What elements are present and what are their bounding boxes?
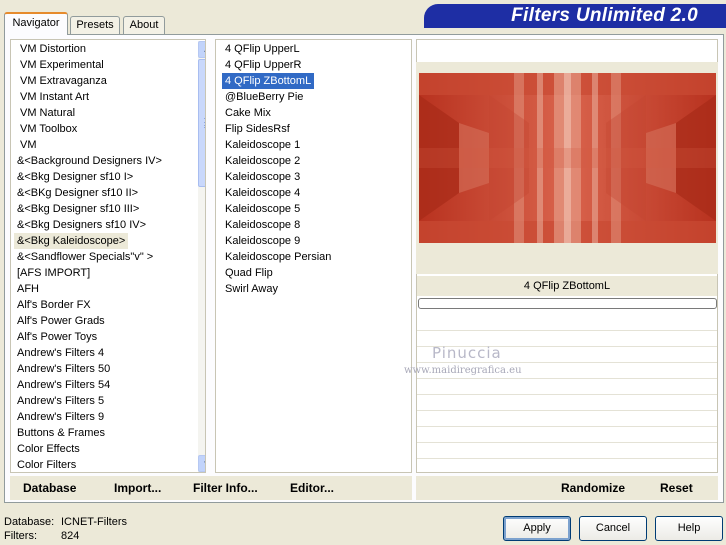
- help-button[interactable]: Help: [655, 516, 723, 541]
- filter-item[interactable]: 4 QFlip UpperL: [222, 41, 303, 57]
- filter-item[interactable]: Kaleidoscope 9: [222, 233, 303, 249]
- app-title: Filters Unlimited 2.0: [511, 5, 698, 26]
- param-divider: [417, 362, 717, 363]
- progress-bar: [418, 298, 717, 309]
- filter-item[interactable]: Flip SidesRsf: [222, 121, 293, 137]
- category-item[interactable]: &<Background Designers IV>: [14, 153, 165, 169]
- import-button[interactable]: Import...: [114, 481, 161, 495]
- scroll-thumb[interactable]: [198, 59, 205, 187]
- scroll-down-button[interactable]: ▼: [198, 455, 205, 472]
- param-divider: [417, 410, 717, 411]
- filter-item[interactable]: Kaleidoscope 8: [222, 217, 303, 233]
- category-item[interactable]: Andrew's Filters 4: [14, 345, 107, 361]
- category-item[interactable]: Alf's Border FX: [14, 297, 94, 313]
- filter-item[interactable]: 4 QFlip UpperR: [222, 57, 304, 73]
- scroll-up-button[interactable]: ▲: [198, 41, 205, 58]
- category-item[interactable]: &<Bkg Designer sf10 III>: [14, 201, 142, 217]
- title-banner: Filters Unlimited 2.0: [424, 4, 726, 28]
- filters-count-value: 824: [61, 530, 80, 542]
- grip-icon: [204, 118, 205, 128]
- category-item[interactable]: VM Extravaganza: [17, 73, 110, 89]
- filter-item[interactable]: Cake Mix: [222, 105, 274, 121]
- database-status-value: ICNET-Filters: [61, 516, 127, 528]
- filter-item[interactable]: @BlueBerry Pie: [222, 89, 306, 105]
- preview-toolbar: Randomize Reset: [416, 476, 718, 500]
- filter-item[interactable]: 4 QFlip ZBottomL: [220, 72, 316, 90]
- filter-item[interactable]: Kaleidoscope 5: [222, 201, 303, 217]
- param-divider: [417, 426, 717, 427]
- filter-item[interactable]: Swirl Away: [222, 281, 281, 297]
- category-item[interactable]: Color Effects: [14, 441, 83, 457]
- watermark-name: Pinuccia: [432, 344, 502, 362]
- category-scrollbar[interactable]: ▲ ▼: [198, 41, 205, 472]
- category-item[interactable]: &<Bkg Designers sf10 IV>: [14, 217, 149, 233]
- category-item[interactable]: &<Bkg Kaleidoscope>: [14, 233, 129, 249]
- filter-item[interactable]: Kaleidoscope 1: [222, 137, 303, 153]
- filter-item[interactable]: Kaleidoscope 2: [222, 153, 303, 169]
- category-item[interactable]: VM: [17, 137, 40, 153]
- triangle-up-icon: ▲: [203, 45, 205, 54]
- category-item[interactable]: Andrew's Filters 50: [14, 361, 113, 377]
- param-divider: [417, 378, 717, 379]
- reset-button[interactable]: Reset: [660, 481, 693, 495]
- param-divider: [417, 394, 717, 395]
- preview-image: [419, 73, 716, 243]
- cancel-button[interactable]: Cancel: [579, 516, 647, 541]
- category-item[interactable]: VM Instant Art: [17, 89, 92, 105]
- database-status-label: Database:: [4, 516, 55, 528]
- category-item[interactable]: VM Toolbox: [17, 121, 80, 137]
- category-item[interactable]: [AFS IMPORT]: [14, 265, 93, 281]
- category-item[interactable]: AFH: [14, 281, 42, 297]
- category-item[interactable]: Buttons & Frames: [14, 425, 108, 441]
- database-button[interactable]: Database: [23, 481, 76, 495]
- list-toolbar: Database Import... Filter Info... Editor…: [10, 476, 412, 500]
- category-item[interactable]: Alf's Power Toys: [14, 329, 100, 345]
- watermark-url: www.maidiregrafica.eu: [404, 365, 522, 376]
- tab-navigator[interactable]: Navigator: [4, 12, 68, 35]
- filter-item[interactable]: Kaleidoscope Persian: [222, 249, 334, 265]
- tab-about[interactable]: About: [123, 16, 165, 35]
- filter-item[interactable]: Kaleidoscope 4: [222, 185, 303, 201]
- filters-count-label: Filters:: [4, 530, 37, 542]
- filter-info-button[interactable]: Filter Info...: [193, 481, 258, 495]
- category-item[interactable]: Color Filters: [14, 457, 79, 472]
- tab-presets[interactable]: Presets: [70, 16, 120, 35]
- current-filter-label: 4 QFlip ZBottomL: [417, 276, 717, 296]
- randomize-button[interactable]: Randomize: [561, 481, 625, 495]
- category-item[interactable]: Andrew's Filters 54: [14, 377, 113, 393]
- category-item[interactable]: Andrew's Filters 9: [14, 409, 107, 425]
- category-item[interactable]: VM Experimental: [17, 57, 107, 73]
- triangle-down-icon: ▼: [203, 459, 205, 468]
- filter-item[interactable]: Quad Flip: [222, 265, 276, 281]
- filter-list[interactable]: 4 QFlip UpperL 4 QFlip UpperR 4 QFlip ZBot…: [215, 39, 412, 473]
- param-divider: [417, 442, 717, 443]
- category-list[interactable]: VM Distortion VM Experimental VM Extravaga…: [10, 39, 206, 473]
- apply-button[interactable]: Apply: [503, 516, 571, 541]
- category-item[interactable]: VM Distortion: [17, 41, 89, 57]
- category-item[interactable]: &<Sandflower Specials"v" >: [14, 249, 156, 265]
- category-item[interactable]: &<Bkg Designer sf10 I>: [14, 169, 136, 185]
- param-divider: [417, 458, 717, 459]
- category-item[interactable]: Alf's Power Grads: [14, 313, 108, 329]
- category-item[interactable]: &<BKg Designer sf10 II>: [14, 185, 141, 201]
- param-divider: [417, 330, 717, 331]
- filter-item[interactable]: Kaleidoscope 3: [222, 169, 303, 185]
- category-item[interactable]: VM Natural: [17, 105, 78, 121]
- editor-button[interactable]: Editor...: [290, 481, 334, 495]
- category-item[interactable]: Andrew's Filters 5: [14, 393, 107, 409]
